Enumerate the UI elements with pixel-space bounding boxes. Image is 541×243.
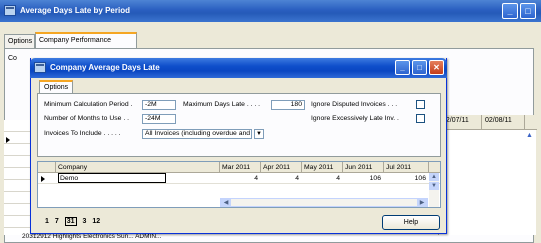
grid-header: Company Mar 2011 Apr 2011 May 2011 Jun 2… [38, 162, 440, 173]
scroll-left-icon[interactable]: ◀ [221, 199, 231, 207]
options-panel: Minimum Calculation Period . -2M Maximum… [37, 93, 441, 157]
column-header-period[interactable]: Jun 2011 [343, 162, 384, 173]
value-cell[interactable]: 4 [302, 173, 343, 184]
invoices-to-include-label: Invoices To Include . . . . . [44, 130, 121, 137]
minimize-icon[interactable]: _ [502, 3, 518, 19]
ignore-late-checkbox[interactable] [416, 114, 425, 123]
column-header-period[interactable]: May 2011 [302, 162, 343, 173]
scroll-right-icon[interactable]: ▶ [417, 199, 427, 207]
max-days-late-label: Maximum Days Late . . . . [183, 101, 261, 108]
ignore-disputed-checkbox[interactable] [416, 100, 425, 109]
column-header-period[interactable]: Apr 2011 [261, 162, 302, 173]
period-quarter-button[interactable]: 3 [82, 218, 86, 225]
column-divider [524, 115, 525, 130]
row-selector-icon [41, 176, 45, 182]
background-title-bar: Average Days Late by Period _ □ [0, 0, 541, 22]
row-selector-icon [6, 137, 10, 143]
value-cell[interactable]: 4 [261, 173, 302, 184]
form-icon [4, 5, 16, 16]
vertical-scrollbar[interactable]: ▲ ▼ [429, 173, 439, 207]
period-year-button[interactable]: 12 [92, 218, 100, 225]
min-calc-period-field[interactable]: -2M [142, 100, 176, 110]
maximize-icon[interactable]: □ [412, 60, 427, 75]
chevron-down-icon[interactable]: ▼ [254, 129, 264, 139]
minimize-icon[interactable]: _ [395, 60, 410, 75]
company-average-days-late-dialog: Company Average Days Late _ □ ✕ Options … [30, 58, 447, 234]
panel-clipped-label: Co [8, 55, 17, 62]
value-cell[interactable]: 4 [220, 173, 261, 184]
dialog-title-bar: Company Average Days Late _ □ ✕ [30, 58, 447, 78]
column-header-date: 02/08/11 [485, 117, 512, 124]
period-week-button[interactable]: 7 [55, 218, 59, 225]
cell-focus-box [58, 173, 166, 183]
column-header-company[interactable]: Company [56, 162, 220, 173]
column-divider [481, 115, 482, 130]
company-average-grid: Company Mar 2011 Apr 2011 May 2011 Jun 2… [37, 161, 441, 208]
ignore-disputed-label: Ignore Disputed Invoices . . . [311, 101, 398, 108]
period-selector: 1 7 31 3 12 [45, 217, 104, 226]
background-grid-header: 02/07/11 02/08/11 [439, 115, 537, 130]
max-days-late-field[interactable]: 180 [271, 100, 305, 110]
close-icon[interactable]: ✕ [429, 60, 444, 75]
row-header-cell [38, 162, 56, 173]
scroll-up-icon[interactable]: ▲ [524, 131, 535, 141]
min-calc-period-label: Minimum Calculation Period . [44, 101, 133, 108]
invoices-to-include-select[interactable]: All Invoices (including overdue and not … [142, 129, 252, 139]
period-day-button[interactable]: 1 [45, 218, 49, 225]
value-cell[interactable]: 106 [384, 173, 429, 184]
maximize-icon[interactable]: □ [520, 3, 536, 19]
help-button[interactable]: Help [382, 215, 440, 230]
scroll-up-icon[interactable]: ▲ [429, 173, 439, 181]
background-window-title: Average Days Late by Period [20, 6, 130, 15]
months-to-use-field[interactable]: -24M [142, 114, 176, 124]
column-header-period[interactable]: Mar 2011 [220, 162, 261, 173]
value-cell[interactable]: 106 [343, 173, 384, 184]
tab-company-performance[interactable]: Company Performance [35, 32, 137, 48]
background-grid-right: 02/07/11 02/08/11 [438, 115, 537, 235]
scroll-down-icon[interactable]: ▼ [429, 182, 439, 190]
ignore-late-label: Ignore Excessively Late Inv. . [311, 115, 399, 122]
tab-options[interactable]: Options [4, 34, 35, 48]
form-icon [34, 62, 46, 73]
horizontal-scrollbar[interactable]: ◀ ▶ [220, 198, 428, 207]
background-partial-row: 20312912 Highlights Electronics Sun... A… [22, 233, 162, 240]
dialog-title: Company Average Days Late [50, 63, 160, 72]
period-month-button[interactable]: 31 [64, 217, 77, 226]
months-to-use-label: Number of Months to Use . . [44, 115, 129, 122]
tab-options[interactable]: Options [39, 80, 74, 93]
column-header-period[interactable]: Jul 2011 [384, 162, 429, 173]
